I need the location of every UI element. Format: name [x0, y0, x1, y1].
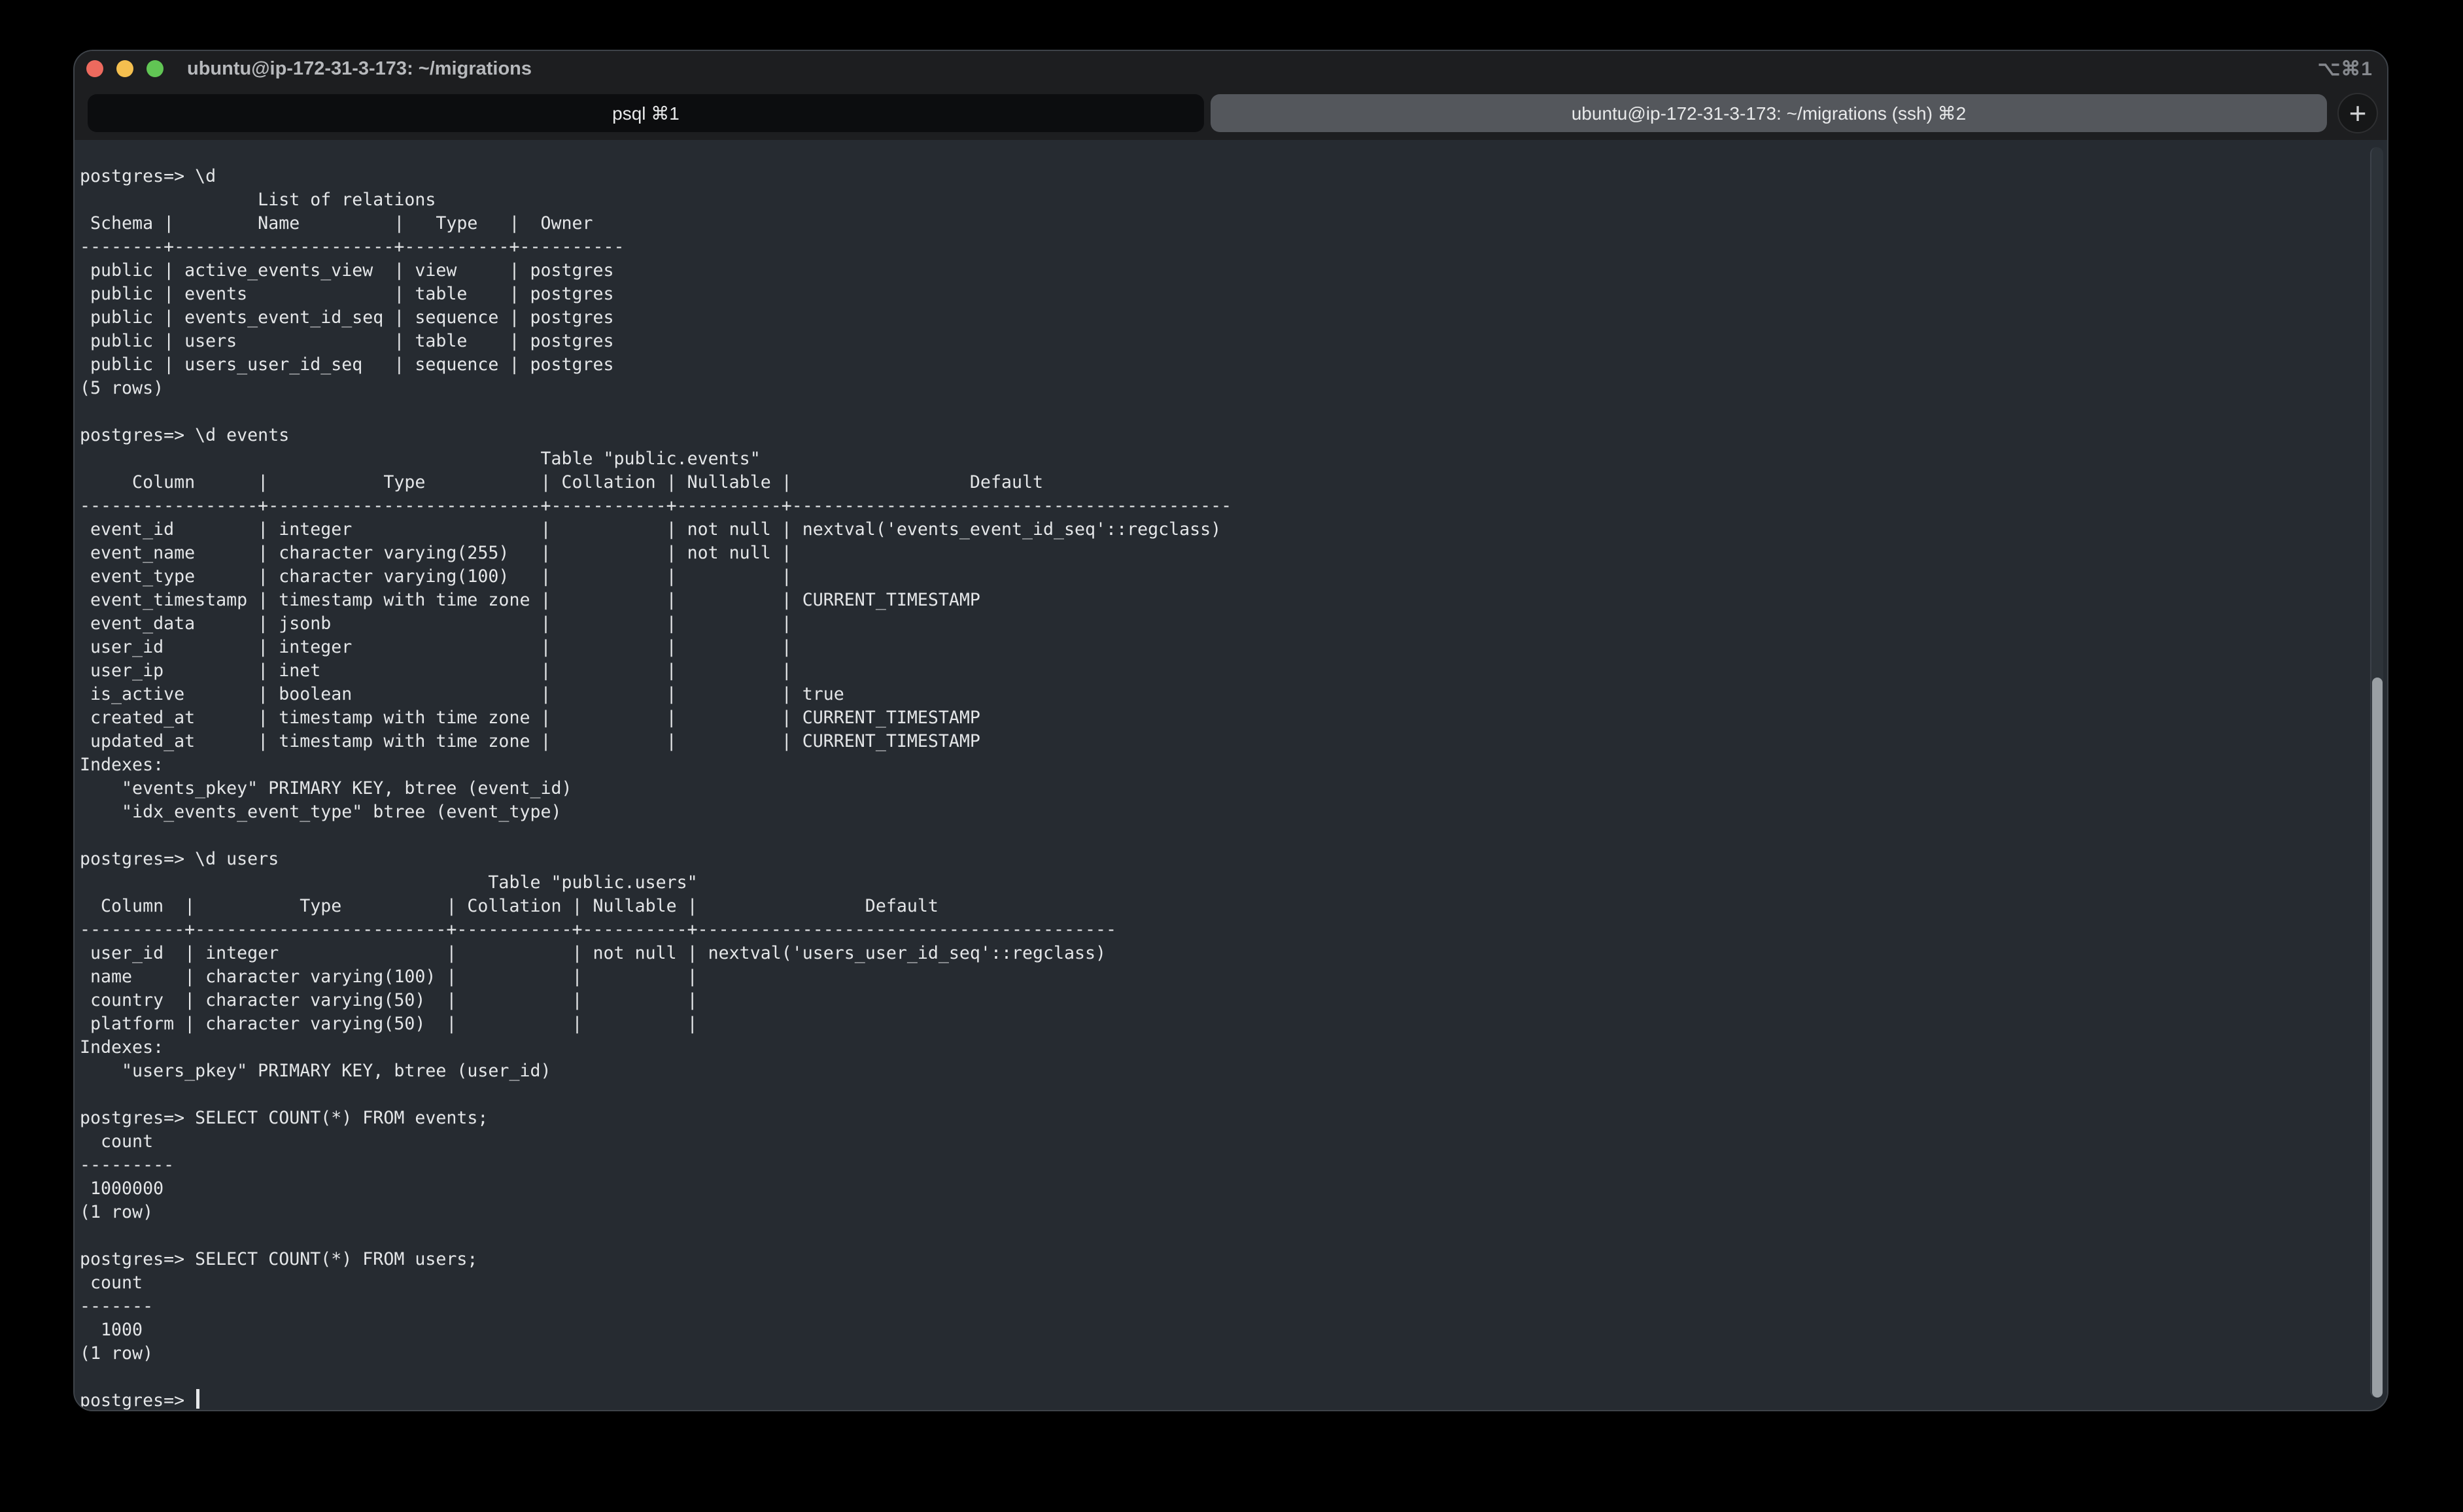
minimize-button[interactable] — [116, 60, 133, 77]
titlebar[interactable]: ubuntu@ip-172-31-3-173: ~/migrations ⌥⌘1 — [75, 51, 2387, 86]
tab-ssh-migrations[interactable]: ubuntu@ip-172-31-3-173: ~/migrations (ss… — [1211, 94, 2327, 132]
terminal-cursor — [196, 1389, 199, 1409]
new-tab-button[interactable]: + — [2337, 93, 2378, 133]
traffic-lights — [86, 60, 164, 77]
scrollbar-track[interactable] — [2370, 147, 2383, 1398]
scrollbar-thumb[interactable] — [2372, 678, 2383, 1398]
terminal-content[interactable]: postgres=> \d List of relations Schema |… — [75, 140, 2387, 1410]
terminal-window: ubuntu@ip-172-31-3-173: ~/migrations ⌥⌘1… — [73, 50, 2388, 1411]
tab-psql[interactable]: psql ⌘1 — [88, 94, 1204, 132]
zoom-button[interactable] — [146, 60, 164, 77]
terminal-output[interactable]: postgres=> \d List of relations Schema |… — [75, 140, 2387, 1410]
close-button[interactable] — [86, 60, 103, 77]
tab-psql-label: psql ⌘1 — [612, 103, 680, 124]
window-title: ubuntu@ip-172-31-3-173: ~/migrations — [187, 58, 532, 80]
tab-ssh-migrations-label: ubuntu@ip-172-31-3-173: ~/migrations (ss… — [1572, 103, 1967, 124]
tab-bar: psql ⌘1 ubuntu@ip-172-31-3-173: ~/migrat… — [75, 86, 2387, 140]
plus-icon: + — [2349, 98, 2367, 128]
window-shortcut-hint: ⌥⌘1 — [2318, 58, 2373, 80]
